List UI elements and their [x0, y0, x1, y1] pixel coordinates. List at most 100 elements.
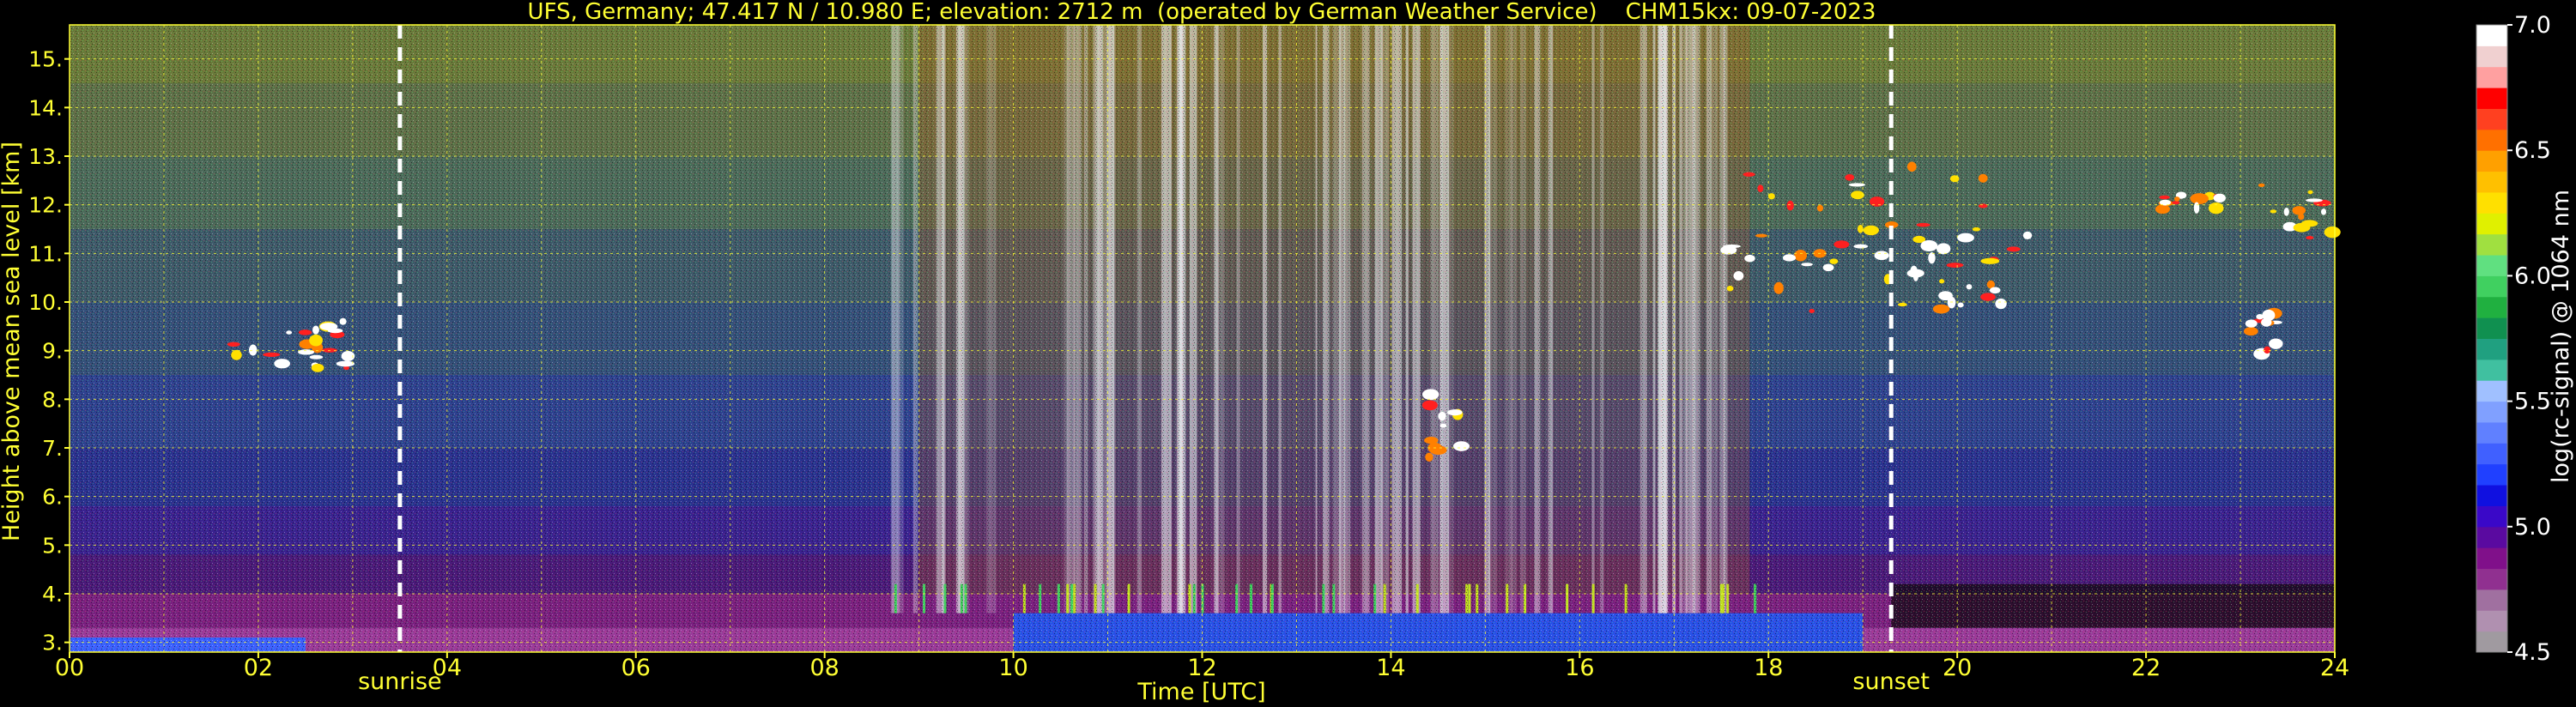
- x-tick-label: 12: [1187, 655, 1216, 681]
- cloud-blob: [2208, 202, 2224, 215]
- cloud-blob: [1453, 441, 1470, 451]
- cloud-blob: [2320, 208, 2327, 215]
- cloud-blob: [2006, 246, 2021, 252]
- chart-title: UFS, Germany; 47.417 N / 10.980 E; eleva…: [528, 0, 1876, 25]
- colorbar-swatch: [2476, 233, 2507, 256]
- cloud-blob: [1957, 302, 1964, 308]
- colorbar: 4.5 5.0 5.5 6.0 6.5 7.0: [2476, 12, 2551, 666]
- cloud-blob: [1989, 287, 2001, 294]
- cloud-blob: [1966, 284, 1973, 290]
- cloud-blob: [1995, 298, 2007, 310]
- colorbar-swatch: [2476, 213, 2507, 235]
- cloud-blob: [263, 352, 281, 357]
- colorbar-swatch: [2476, 443, 2507, 465]
- cloud-blob: [2270, 209, 2277, 214]
- cloud-blob: [1947, 296, 1956, 309]
- cloud-blob: [327, 328, 343, 334]
- cloud-blob: [2264, 346, 2271, 354]
- colorbar-swatch: [2476, 505, 2507, 528]
- cloud-blob: [1438, 411, 1446, 421]
- colorbar-swatch: [2476, 401, 2507, 423]
- colorbar-swatch: [2476, 129, 2507, 151]
- y-tick-label: 3.: [42, 631, 63, 656]
- cloud-blob: [2306, 235, 2314, 240]
- cloud-blob: [1863, 225, 1879, 236]
- colorbar-swatch: [2476, 66, 2507, 88]
- cloud-blob: [1743, 172, 1755, 177]
- x-axis-label: Time [UTC]: [1136, 679, 1265, 705]
- cloud-blob: [1857, 225, 1864, 233]
- cloud-blob: [1816, 204, 1824, 212]
- cloud-blob: [286, 330, 293, 335]
- colorbar-swatch: [2476, 317, 2507, 339]
- cloud-blob: [1421, 400, 1438, 411]
- x-tick-label: 16: [1565, 655, 1594, 681]
- x-tick-label: 00: [55, 655, 84, 681]
- colorbar-swatch: [2476, 485, 2507, 506]
- cloud-blob: [311, 363, 324, 372]
- colorbar-swatch: [2476, 255, 2507, 276]
- colorbar-swatch: [2476, 526, 2507, 548]
- colorbar-swatch: [2476, 631, 2507, 653]
- x-tick-label: 06: [621, 655, 651, 681]
- x-tick-label: 02: [244, 655, 273, 681]
- cloud-blob: [1980, 293, 1996, 301]
- cloud-blob: [1733, 271, 1744, 281]
- cloud-blob: [2173, 196, 2180, 202]
- colorbar-swatch: [2476, 610, 2507, 632]
- cloud-blob: [1957, 233, 1974, 243]
- colorbar-swatch: [2476, 421, 2507, 444]
- cloud-blob: [2261, 317, 2272, 327]
- colorbar-swatch: [2476, 589, 2507, 611]
- cloud-blob: [1744, 254, 1755, 263]
- colorbar-swatch: [2476, 25, 2507, 46]
- x-tick-label: 24: [2320, 655, 2349, 681]
- cloud-blob: [1425, 452, 1433, 462]
- x-tick-label: 20: [1943, 655, 1972, 681]
- cloud-blob: [1767, 193, 1775, 200]
- colorbar-tick-label: 7.0: [2514, 12, 2551, 39]
- y-tick-label: 8.: [42, 387, 63, 412]
- cloud-blob: [1874, 251, 1889, 261]
- colorbar-swatch: [2476, 547, 2507, 570]
- cloud-blob: [1440, 423, 1447, 428]
- cloud-blob: [1834, 240, 1850, 249]
- x-tick-label: 18: [1754, 655, 1783, 681]
- y-tick-label: 13.: [28, 144, 63, 169]
- cloud-blob: [227, 341, 240, 347]
- cloud-blob: [1910, 265, 1918, 277]
- y-tick-label: 15.: [28, 47, 63, 72]
- cloud-blob: [274, 359, 290, 369]
- cloud-blob: [231, 349, 242, 360]
- cloud-blob: [1851, 190, 1864, 200]
- cloud-blob: [1939, 279, 1945, 284]
- colorbar-swatch: [2476, 45, 2507, 68]
- colorbar-tick-label: 5.0: [2514, 514, 2551, 541]
- colorbar-swatch: [2476, 463, 2507, 486]
- colorbar-swatch: [2476, 359, 2507, 381]
- plot-area: sunrise sunset: [69, 24, 2341, 695]
- cloud-blob: [1916, 222, 1930, 227]
- cloud-blob: [1422, 389, 1440, 401]
- y-tick-label: 7.: [42, 436, 63, 461]
- cloud-blob: [2307, 190, 2313, 195]
- cloud-blob: [1801, 263, 1813, 267]
- colorbar-swatch: [2476, 88, 2507, 109]
- cloud-blob: [312, 325, 319, 335]
- cloud-blob: [1723, 245, 1741, 249]
- y-tick-label: 11.: [28, 241, 63, 266]
- event-label: sunrise: [358, 668, 442, 695]
- colorbar-swatch: [2476, 338, 2507, 360]
- cloud-blob: [1794, 250, 1808, 262]
- colorbar-swatch: [2476, 108, 2507, 130]
- cloud-blob: [2293, 222, 2311, 233]
- colorbar-tick-label: 4.5: [2514, 639, 2551, 666]
- cloud-blob: [1936, 243, 1951, 255]
- cloud-blob: [1786, 200, 1794, 211]
- cloud-blob: [309, 334, 323, 347]
- y-tick-label: 12.: [28, 193, 63, 218]
- cloud-blob: [2155, 204, 2170, 215]
- cloud-blob: [2292, 206, 2306, 215]
- cloud-blob: [309, 354, 324, 360]
- cloud-blob: [1829, 258, 1839, 264]
